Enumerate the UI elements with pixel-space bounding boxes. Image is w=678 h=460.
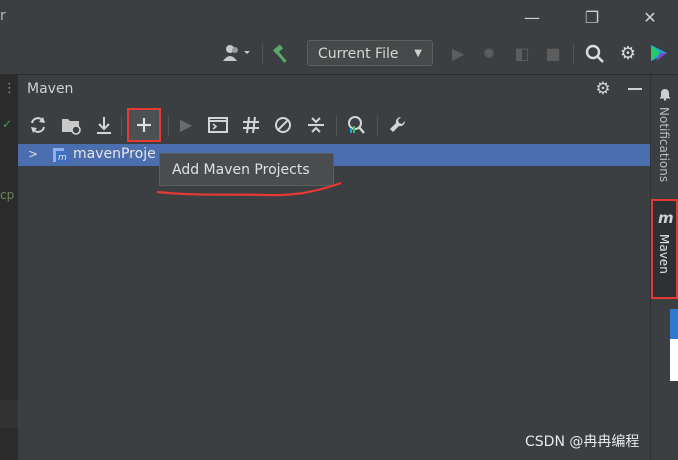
red-underline-annotation	[156, 181, 342, 197]
title-bar: r — ❐ ✕	[0, 0, 678, 36]
bell-icon	[658, 87, 672, 101]
execute-goal-icon[interactable]	[206, 113, 230, 137]
tree-row[interactable]: > m mavenProje	[18, 144, 650, 166]
maven-header	[18, 75, 650, 105]
settings-wrench-icon[interactable]	[386, 113, 410, 137]
build-hammer-icon[interactable]	[270, 42, 294, 66]
inspection-ok-icon: ✓	[2, 117, 13, 131]
svg-text:m: m	[58, 153, 67, 163]
user-icon[interactable]	[220, 42, 254, 66]
add-maven-project-button[interactable]	[127, 108, 161, 142]
maven-tab[interactable]: m Maven	[651, 199, 678, 299]
maven-tab-label: Maven	[657, 234, 671, 274]
chevron-down-icon: ▼	[414, 48, 422, 59]
skip-tests-icon[interactable]	[271, 113, 295, 137]
toolbar-separator	[121, 116, 122, 136]
coverage-icon[interactable]: ◧	[510, 42, 534, 66]
gear-icon[interactable]: ⚙	[616, 42, 640, 66]
reload-icon[interactable]	[26, 113, 50, 137]
maven-module-icon: m	[52, 146, 68, 163]
editor-text-fragment: cp	[0, 188, 15, 202]
maven-panel-title: Maven	[27, 81, 74, 97]
stop-icon[interactable]: ■	[541, 42, 565, 66]
minimize-window-button[interactable]: —	[519, 6, 545, 30]
analyze-dependencies-icon[interactable]	[344, 113, 368, 137]
run-configuration-dropdown[interactable]: Current File ▼	[307, 40, 433, 66]
generate-sources-icon[interactable]	[59, 113, 83, 137]
download-icon[interactable]	[92, 113, 116, 137]
toolbar-separator	[336, 116, 337, 136]
editor-gutter: ⋮ ✓ cp	[0, 75, 18, 460]
restore-window-button[interactable]: ❐	[579, 6, 605, 30]
maven-settings-gear-icon[interactable]: ⚙	[591, 77, 615, 101]
debug-icon[interactable]: ✹	[477, 42, 501, 66]
minimize-panel-icon[interactable]	[628, 88, 642, 90]
toolbar-separator	[573, 44, 574, 64]
toolbar-separator	[262, 44, 263, 64]
notifications-tab[interactable]: Notifications	[657, 107, 671, 182]
run-icon[interactable]: ▶	[174, 113, 198, 137]
run-configuration-label: Current File	[318, 46, 399, 62]
collapse-all-icon[interactable]	[304, 113, 328, 137]
title-fragment: r	[0, 8, 6, 24]
toggle-offline-icon[interactable]	[239, 113, 263, 137]
watermark: CSDN @冉冉编程	[525, 434, 640, 450]
partial-window-blue	[670, 309, 678, 339]
maven-logo-icon: m	[658, 209, 674, 227]
run-icon[interactable]: ▶	[446, 42, 470, 66]
toolbox-icon[interactable]	[648, 42, 672, 66]
partial-window-white	[670, 339, 678, 381]
editor-current-line	[0, 400, 18, 428]
tree-item-label: mavenProje	[73, 146, 156, 162]
search-icon[interactable]	[583, 42, 607, 66]
chevron-right-icon[interactable]: >	[28, 147, 38, 161]
toolbar-separator	[377, 116, 378, 136]
close-window-button[interactable]: ✕	[637, 6, 663, 30]
toolbar-separator	[168, 116, 169, 136]
more-options-icon[interactable]: ⋮	[3, 81, 16, 96]
